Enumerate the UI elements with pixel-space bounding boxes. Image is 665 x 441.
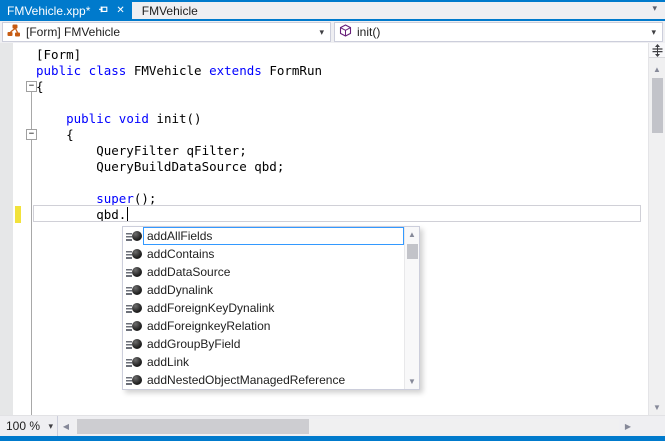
chevron-down-icon[interactable]: ▾ [651,27,658,38]
pin-icon[interactable] [98,6,108,16]
completion-item[interactable]: addDataSource [123,263,404,281]
code-line[interactable]: public void init() [36,111,322,127]
popup-scrollbar[interactable]: ▲ ▼ [404,227,419,389]
code-line[interactable] [36,175,322,191]
method-icon [126,248,143,261]
navigation-bar: [Form] FMVehicle ▾ init() ▾ [0,21,665,43]
method-icon [126,230,143,243]
chevron-down-icon[interactable]: ▾ [48,421,53,432]
completion-item[interactable]: addGroupByField [123,335,404,353]
method-icon [126,338,143,351]
completion-list: addAllFields addContains addDataSource a… [123,227,404,389]
vertical-scrollbar[interactable]: ▲ ▼ [648,43,665,415]
type-dropdown[interactable]: [Form] FMVehicle ▾ [2,22,331,42]
tab-fmvehicle-xpp[interactable]: FMVehicle.xpp* ✕ [0,2,132,19]
text-caret [127,207,128,221]
scroll-up-icon[interactable]: ▲ [649,65,665,74]
code-line[interactable]: { [36,79,322,95]
completion-item[interactable]: addAllFields [123,227,404,245]
tab-strip: FMVehicle.xpp* ✕ FMVehicle ▾ [0,2,665,19]
scroll-up-icon[interactable]: ▲ [405,230,419,239]
zoom-level-label: 100 % [6,419,41,433]
code-line[interactable] [36,95,322,111]
chevron-down-icon[interactable]: ▾ [319,27,326,38]
code-line[interactable]: [Form] [36,47,322,63]
tab-fmvehicle[interactable]: FMVehicle [132,2,208,19]
tab-overflow-arrow-icon[interactable]: ▾ [652,3,657,14]
modified-line-marker [15,206,21,223]
code-line[interactable]: { [36,127,322,143]
completion-item[interactable]: addContains [123,245,404,263]
indicator-margin [0,43,13,415]
code-line[interactable]: public class FMVehicle extends FormRun [36,63,322,79]
method-icon [126,266,143,279]
member-dropdown-label: init() [357,25,381,39]
class-icon [7,24,21,41]
method-icon [126,320,143,333]
method-icon [126,302,143,315]
type-dropdown-label: [Form] FMVehicle [26,25,121,39]
completion-item[interactable]: addForeignkeyRelation [123,317,404,335]
splitter-handle-icon[interactable] [649,43,665,58]
code-line[interactable]: QueryFilter qFilter; [36,143,322,159]
method-icon [126,374,143,387]
scroll-down-icon[interactable]: ▼ [405,377,419,386]
scroll-right-icon[interactable]: ▶ [620,422,636,431]
zoom-dropdown[interactable]: 100 % ▾ [0,416,58,436]
method-icon [126,356,143,369]
popup-scroll-thumb[interactable] [407,244,418,259]
tab-label: FMVehicle [141,3,198,18]
completion-item[interactable]: addLink [123,353,404,371]
close-icon[interactable]: ✕ [116,5,124,16]
editor-bottom-bar: 100 % ▾ ◀ ▶ [0,415,665,436]
vertical-scroll-thumb[interactable] [652,78,663,133]
editor-window: FMVehicle.xpp* ✕ FMVehicle ▾ [Form] FMVe… [0,0,665,441]
horizontal-scrollbar[interactable] [75,418,619,434]
method-icon [339,24,352,40]
scroll-left-icon[interactable]: ◀ [58,422,74,431]
completion-item[interactable]: addNestedObjectManagedReference [123,371,404,389]
outlining-guide-line [31,92,32,415]
current-line-highlight [33,205,641,222]
intellisense-popup: addAllFields addContains addDataSource a… [122,226,420,390]
code-line[interactable]: QueryBuildDataSource qbd; [36,159,322,175]
member-dropdown[interactable]: init() ▾ [334,22,663,42]
code-text[interactable]: [Form] public class FMVehicle extends Fo… [36,47,322,223]
horizontal-scroll-thumb[interactable] [77,418,309,434]
completion-item[interactable]: addForeignKeyDynalink [123,299,404,317]
completion-item[interactable]: addDynalink [123,281,404,299]
scroll-down-icon[interactable]: ▼ [649,403,665,412]
tab-label: FMVehicle.xpp* [7,3,91,18]
method-icon [126,284,143,297]
